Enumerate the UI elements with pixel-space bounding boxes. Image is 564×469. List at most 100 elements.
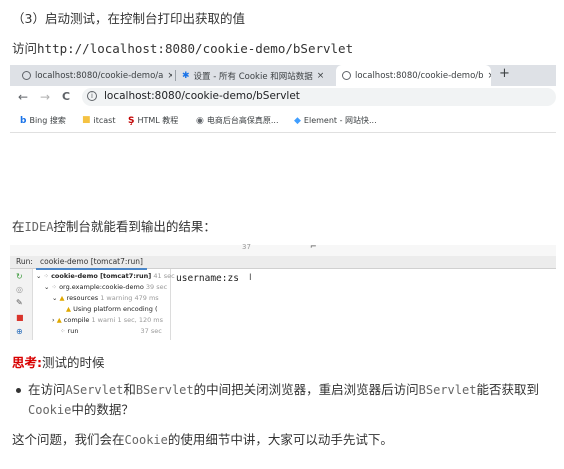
bookmark-ecommerce[interactable]: ◉ 电商后台高保真原... (196, 115, 279, 126)
tab-label: 设置 - 所有 Cookie 和网站数据 (193, 71, 313, 82)
tree-row[interactable]: ⌄ ⁘ org.example:cookie-demo 39 sec (44, 283, 167, 291)
run-side-toolbar: ↻ ◎ ✎ ■ ⊕ (10, 269, 33, 340)
forward-button[interactable]: → (40, 90, 50, 104)
visit-prefix: 访问 (12, 41, 38, 56)
gear-icon: ✱ (182, 70, 190, 81)
bullet-item: 在访问AServlet和BServlet的中间把关闭浏览器，重启浏览器后访问BS… (28, 380, 548, 420)
browser-tab-b[interactable]: localhost:8080/cookie-demo/b × (336, 65, 491, 86)
close-icon[interactable]: × (317, 71, 325, 81)
editor-brace-hint: ⌐ (310, 242, 317, 251)
inline-code: BServlet (135, 383, 194, 397)
expand-icon[interactable]: › (52, 316, 55, 324)
expand-icon[interactable]: ⌄ (44, 283, 49, 291)
bookmark-element[interactable]: ◆ Element - 网站快... (294, 115, 377, 126)
bookmark-label: Bing 搜索 (29, 116, 66, 125)
globe-icon: ◉ (196, 115, 204, 126)
tree-row-time: 1 warni 1 sec, 120 ms (91, 316, 164, 324)
tab-label: localhost:8080/cookie-demo/a (35, 70, 164, 81)
idea-console-line: 在IDEA控制台就能看到输出的结果： (12, 216, 216, 235)
text-segment: 在访问 (28, 382, 66, 397)
run-label: Run: (16, 257, 33, 266)
line-number: 37 (242, 243, 251, 251)
runoob-icon: Ş (128, 115, 135, 126)
think-text: 测试的时候 (42, 355, 105, 370)
bookmark-label: 电商后台高保真原... (206, 116, 279, 125)
bookmark-label: HTML 教程 (137, 116, 179, 125)
wrench-icon[interactable]: ✎ (16, 298, 23, 307)
warning-icon: ▲ (59, 294, 65, 302)
tree-row[interactable]: ⁘ run 37 sec (60, 327, 162, 335)
final-line: 这个问题，我们会在Cookie的使用细节中讲，大家可以动手先试下。 (12, 429, 393, 448)
run-toolbar: Run: cookie-demo [tomcat7:run] (10, 256, 556, 270)
tree-row[interactable]: ⌄ ▲ resources 1 warning 479 ms (52, 294, 159, 302)
browser-screenshot: localhost:8080/cookie-demo/a × ✱ 设置 - 所有… (10, 65, 556, 135)
tree-row-label: Using platform encoding ( (73, 305, 158, 313)
tree-row-label: resources (66, 294, 99, 302)
expand-icon[interactable]: ⌄ (36, 272, 41, 280)
rerun-icon[interactable]: ↻ (16, 272, 23, 281)
text-segment: 这个问题，我们会在 (12, 432, 125, 447)
console-output: username:zs (176, 273, 239, 284)
run-tree: ⌄ ⁘ cookie-demo [tomcat7:run] 41 sec ⌄ ⁘… (32, 269, 175, 340)
element-icon: ◆ (294, 115, 301, 126)
inline-code: Cookie (124, 433, 168, 447)
text-segment: 控制台就能看到输出的结果： (53, 219, 216, 234)
browser-tab-a[interactable]: localhost:8080/cookie-demo/a × (22, 65, 172, 86)
bullet-dot (16, 388, 21, 393)
tree-row[interactable]: ▲ Using platform encoding ( (66, 305, 157, 313)
new-tab-button[interactable]: + (499, 66, 510, 81)
tree-row[interactable]: › ▲ compile 1 warni 1 sec, 120 ms (52, 316, 163, 324)
address-bar[interactable]: i localhost:8080/cookie-demo/bServlet (82, 88, 556, 106)
tree-row-time: 37 sec (140, 327, 162, 335)
tab-strip: localhost:8080/cookie-demo/a × ✱ 设置 - 所有… (10, 65, 556, 86)
text-segment: 的中间把关闭浏览器，重启浏览器后访问 (193, 382, 419, 397)
warning-icon: ▲ (56, 316, 62, 324)
inline-code: IDEA (24, 220, 54, 234)
tree-row-label: run (67, 327, 79, 335)
text-cursor: I (249, 273, 252, 283)
spinner-icon: ⁘ (51, 283, 57, 291)
bookmark-html-tutorial[interactable]: Ş HTML 教程 (128, 115, 178, 126)
folder-icon: ■ (82, 115, 91, 125)
browser-tab-settings[interactable]: ✱ 设置 - 所有 Cookie 和网站数据 × (182, 65, 334, 86)
text-segment: 中的数据？ (71, 402, 134, 417)
navigation-bar: ← → C i localhost:8080/cookie-demo/bServ… (10, 86, 556, 109)
spinner-icon: ⁘ (43, 272, 49, 280)
filter-icon[interactable]: ⊕ (16, 327, 23, 336)
bookmark-label: Element - 网站快... (303, 116, 377, 125)
address-url[interactable]: localhost:8080/cookie-demo/bServlet (104, 90, 300, 102)
eye-icon[interactable]: ◎ (16, 285, 23, 294)
ide-screenshot: 37 ⌐ Run: cookie-demo [tomcat7:run] ↻ ◎ … (10, 242, 556, 340)
warning-icon: ▲ (66, 305, 71, 313)
text-segment: 在 (12, 219, 25, 234)
text-segment: 和 (123, 382, 136, 397)
text-segment: 能否获取到 (476, 382, 539, 397)
think-line: 思考:测试的时候 (12, 352, 105, 371)
tree-row-time: 1 warning 479 ms (100, 294, 159, 302)
inline-code: BServlet (418, 383, 477, 397)
tree-row-label: cookie-demo [tomcat7:run] (51, 272, 152, 280)
text-segment: 的使用细节中讲，大家可以动手先试下。 (167, 432, 393, 447)
tree-row[interactable]: ⌄ ⁘ cookie-demo [tomcat7:run] 41 sec (36, 272, 175, 280)
reload-button[interactable]: C (62, 90, 70, 103)
editor-strip: 37 ⌐ (10, 242, 556, 256)
globe-icon (342, 71, 351, 80)
stop-icon[interactable]: ■ (16, 313, 24, 322)
back-button[interactable]: ← (18, 90, 28, 104)
bookmarks-bar: b Bing 搜索 ■ itcast Ş HTML 教程 ◉ 电商后台高保真原.… (10, 110, 556, 133)
bing-icon: b (20, 115, 27, 126)
tree-row-label: compile (63, 316, 90, 324)
inline-code: Cookie (28, 403, 72, 417)
bookmark-bing[interactable]: b Bing 搜索 (20, 115, 66, 126)
close-icon[interactable]: × (167, 71, 172, 81)
info-icon[interactable]: i (87, 91, 97, 101)
tree-row-time: 39 sec (145, 283, 168, 291)
step-heading: （3）启动测试，在控制台打印出获取的值 (12, 11, 245, 26)
run-config-tab[interactable]: cookie-demo [tomcat7:run] (36, 256, 147, 270)
expand-icon[interactable]: ⌄ (52, 294, 57, 302)
visit-line: 访问http://localhost:8080/cookie-demo/bSer… (12, 38, 353, 57)
bookmark-itcast[interactable]: ■ itcast (82, 115, 115, 125)
visit-url: http://localhost:8080/cookie-demo/bServl… (37, 41, 354, 56)
close-icon[interactable]: × (488, 71, 491, 81)
tab-divider (175, 70, 176, 81)
